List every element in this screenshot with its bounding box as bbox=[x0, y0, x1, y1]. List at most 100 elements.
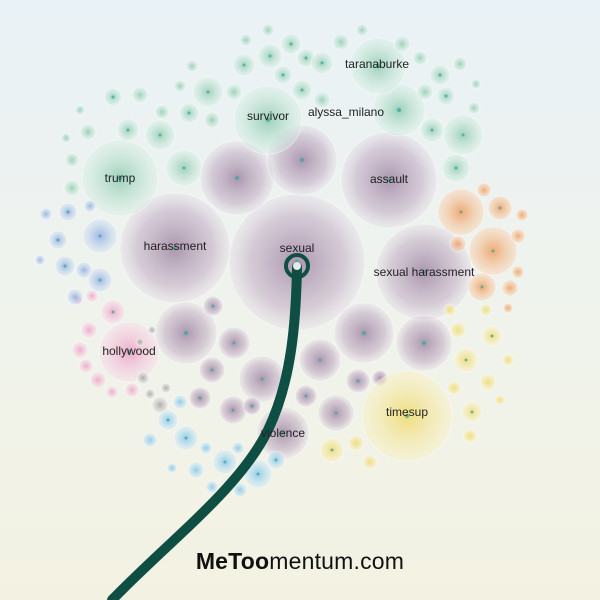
yellow-bubble-center-dot bbox=[470, 410, 474, 414]
green-bubble-center-dot bbox=[320, 61, 324, 65]
brand-wordmark-bold: MeToo bbox=[195, 548, 270, 574]
purple-bubble-center-dot bbox=[234, 175, 240, 181]
label-sexual: sexual bbox=[280, 241, 315, 255]
purple-bubble-center-dot bbox=[231, 408, 235, 412]
yellow-bubble-center-dot bbox=[330, 448, 334, 452]
label-hollywood: hollywood bbox=[102, 344, 155, 358]
green-bubble bbox=[203, 111, 221, 129]
stem-knob-center bbox=[293, 262, 301, 270]
pink-bubble bbox=[80, 321, 98, 339]
gray-bubble bbox=[151, 396, 169, 414]
green-bubble bbox=[467, 101, 481, 115]
orange-bubble-center-dot bbox=[459, 210, 463, 214]
pink-bubble bbox=[78, 358, 94, 374]
green-bubble-center-dot bbox=[206, 90, 210, 94]
green-bubble-center-dot bbox=[430, 128, 434, 132]
blue-bubble bbox=[66, 288, 84, 306]
label-violence: violence bbox=[261, 426, 305, 440]
label-timesup: timesup bbox=[386, 405, 428, 419]
yellow-bubble bbox=[479, 373, 497, 391]
blue-bubble-center-dot bbox=[66, 210, 70, 214]
purple-bubble-center-dot bbox=[334, 411, 338, 415]
green-bubble-center-dot bbox=[126, 128, 130, 132]
green-bubble bbox=[470, 78, 482, 90]
cyan-bubble-center-dot bbox=[166, 418, 170, 422]
green-bubble-center-dot bbox=[242, 63, 246, 67]
purple-bubble-center-dot bbox=[211, 304, 215, 308]
cyan-bubble bbox=[205, 480, 219, 494]
green-bubble bbox=[332, 33, 350, 51]
label-survivor: survivor bbox=[247, 109, 289, 123]
green-bubble-center-dot bbox=[438, 73, 442, 77]
label-harassment: harassment bbox=[144, 239, 207, 253]
cyan-bubble bbox=[142, 432, 158, 448]
label-sexual-harassment: sexual harassment bbox=[374, 265, 475, 279]
pink-bubble bbox=[124, 382, 140, 398]
hashtag-bubble-flower: taranaburke alyssa_milano survivor trump… bbox=[34, 23, 529, 600]
green-bubble bbox=[74, 104, 86, 116]
cyan-bubble bbox=[231, 441, 245, 455]
yellow-bubble bbox=[446, 380, 462, 396]
orange-bubble-center-dot bbox=[480, 285, 484, 289]
gray-bubble bbox=[160, 382, 172, 394]
purple-bubble-center-dot bbox=[299, 157, 305, 163]
purple-bubble-center-dot bbox=[232, 341, 236, 345]
green-bubble-center-dot bbox=[444, 94, 448, 98]
green-bubble-center-dot bbox=[289, 42, 293, 46]
label-taranaburke: taranaburke bbox=[345, 57, 409, 71]
orange-bubble bbox=[449, 235, 467, 253]
green-bubble bbox=[239, 33, 253, 47]
green-bubble-center-dot bbox=[111, 95, 115, 99]
green-bubble bbox=[154, 104, 170, 120]
pink-bubble bbox=[71, 341, 89, 359]
green-bubble bbox=[63, 179, 81, 197]
green-bubble-center-dot bbox=[396, 107, 402, 113]
blue-bubble-center-dot bbox=[98, 234, 102, 238]
pink-bubble-center-dot bbox=[111, 310, 115, 314]
orange-bubble bbox=[511, 265, 525, 279]
orange-bubble-center-dot bbox=[491, 249, 495, 253]
yellow-bubble bbox=[347, 434, 365, 452]
green-bubble bbox=[225, 83, 243, 101]
blue-bubble-center-dot bbox=[56, 238, 60, 242]
cyan-bubble-center-dot bbox=[256, 472, 260, 476]
purple-bubble-center-dot bbox=[198, 396, 202, 400]
pink-bubble bbox=[89, 371, 107, 389]
blue-bubble-center-dot bbox=[63, 264, 67, 268]
green-bubble-center-dot bbox=[454, 166, 458, 170]
yellow-bubble-center-dot bbox=[464, 358, 468, 362]
green-bubble-center-dot bbox=[304, 56, 308, 60]
green-bubble bbox=[393, 35, 411, 53]
purple-bubble-center-dot bbox=[260, 377, 264, 381]
purple-bubble-center-dot bbox=[356, 379, 360, 383]
blue-bubble bbox=[83, 199, 97, 213]
cyan-bubble bbox=[166, 462, 178, 474]
yellow-bubble bbox=[362, 454, 378, 470]
green-bubble bbox=[261, 23, 275, 37]
green-bubble bbox=[412, 50, 428, 66]
blue-bubble bbox=[39, 207, 53, 221]
yellow-bubble-center-dot bbox=[490, 334, 494, 338]
purple-bubble-center-dot bbox=[318, 358, 322, 362]
gray-bubble bbox=[147, 325, 157, 335]
yellow-bubble bbox=[479, 303, 493, 317]
blue-bubble bbox=[34, 254, 46, 266]
purple-bubble-center-dot bbox=[361, 330, 367, 336]
green-bubble-center-dot bbox=[461, 133, 465, 137]
purple-bubble-center-dot bbox=[304, 394, 308, 398]
green-bubble bbox=[185, 59, 199, 73]
green-bubble-center-dot bbox=[158, 133, 162, 137]
orange-bubble bbox=[502, 302, 514, 314]
metoomentum-flower-visual: taranaburke alyssa_milano survivor trump… bbox=[0, 0, 600, 600]
green-bubble-center-dot bbox=[187, 111, 191, 115]
cyan-bubble bbox=[172, 394, 188, 410]
label-trump: trump bbox=[105, 171, 136, 185]
orange-bubble bbox=[515, 208, 529, 222]
cyan-bubble-center-dot bbox=[223, 460, 227, 464]
purple-bubble-center-dot bbox=[421, 340, 427, 346]
green-bubble bbox=[64, 152, 80, 168]
orange-bubble-center-dot bbox=[498, 206, 502, 210]
brand-wordmark[interactable]: MeToomentum.com bbox=[0, 548, 600, 575]
green-bubble bbox=[131, 86, 149, 104]
purple-bubble-center-dot bbox=[250, 404, 254, 408]
